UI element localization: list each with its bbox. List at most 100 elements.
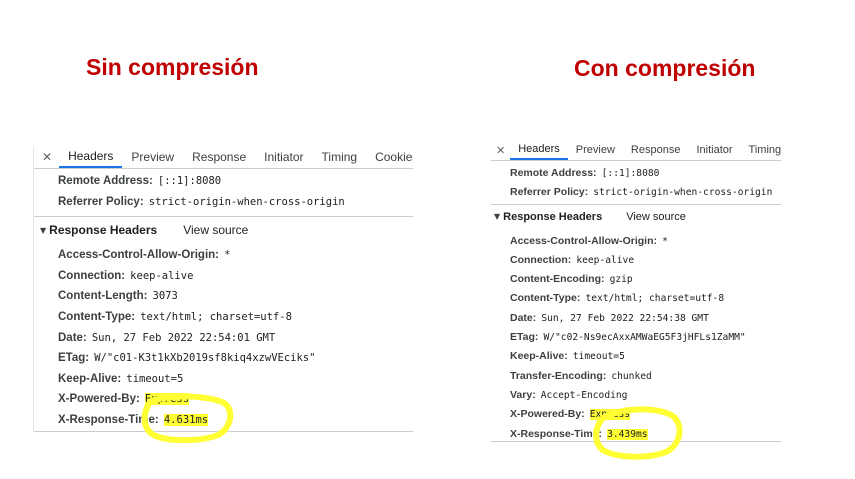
tab-response[interactable]: Response (183, 146, 255, 168)
header-row: Access-Control-Allow-Origin: * (491, 229, 781, 248)
header-value: strict-origin-when-cross-origin (148, 195, 345, 208)
tab-headers[interactable]: Headers (510, 140, 568, 160)
header-row: Connection: keep-alive (491, 248, 781, 267)
header-name: ETag: (58, 352, 90, 365)
header-name: Date: (510, 311, 537, 324)
header-name: Content-Encoding: (510, 273, 605, 286)
header-name: Referrer Policy: (510, 186, 589, 199)
header-value: strict-origin-when-cross-origin (593, 187, 773, 199)
header-row-x-response-time: X-Response-Time: 3.439ms (491, 422, 781, 441)
highlighted-value: 4.631ms (163, 413, 209, 426)
tab-initiator[interactable]: Initiator (688, 140, 740, 160)
header-row: Content-Type: text/html; charset=utf-8 (491, 286, 781, 305)
header-row: Content-Length: 3073 (34, 284, 413, 305)
header-value: Accept-Encoding (540, 389, 628, 401)
header-value: Sun, 27 Feb 2022 22:54:01 GMT (91, 331, 276, 344)
header-row: ETag: W/"c01-K3t1kXb2019sf8kiq4xzwVEciks… (34, 346, 413, 367)
general-row-referrer-policy: Referrer Policy: strict-origin-when-cros… (491, 180, 781, 199)
highlighted-value: Express (144, 393, 190, 406)
devtools-tabbar: ✕ Headers Preview Response Initiator Tim… (491, 140, 781, 161)
general-row-remote-address: Remote Address: [::1]:8080 (491, 161, 781, 180)
header-name: X-Powered-By: (58, 393, 140, 406)
header-name: Content-Type: (58, 310, 136, 323)
header-row: Content-Type: text/html; charset=utf-8 (34, 305, 413, 326)
tab-initiator[interactable]: Initiator (255, 146, 312, 168)
header-name: X-Response-Time: (58, 413, 159, 426)
header-value: Sun, 27 Feb 2022 22:54:38 GMT (541, 312, 709, 324)
header-name: Keep-Alive: (510, 350, 568, 363)
close-icon[interactable]: ✕ (34, 146, 59, 168)
devtools-tabbar: ✕ Headers Preview Response Initiator Tim… (34, 146, 413, 169)
header-row: Date: Sun, 27 Feb 2022 22:54:38 GMT (491, 306, 781, 325)
devtools-panel-without-compression: ✕ Headers Preview Response Initiator Tim… (33, 146, 413, 432)
header-name: Date: (58, 331, 87, 344)
header-name: Referrer Policy: (58, 195, 144, 208)
header-row: Date: Sun, 27 Feb 2022 22:54:01 GMT (34, 326, 413, 347)
view-source-link[interactable]: View source (183, 223, 248, 237)
header-row: Keep-Alive: timeout=5 (491, 344, 781, 363)
header-value: gzip (609, 274, 633, 286)
header-name: Remote Address: (58, 175, 153, 187)
response-headers-section[interactable]: ▼ Response Headers View source (34, 216, 413, 243)
title-without-compression: Sin compresión (86, 54, 259, 80)
header-value: timeout=5 (572, 351, 625, 363)
header-value: text/html; charset=utf-8 (585, 293, 725, 305)
header-value: 3073 (152, 290, 178, 303)
triangle-down-icon[interactable]: ▼ (40, 226, 46, 235)
response-headers-section[interactable]: ▼ Response Headers View source (491, 203, 781, 229)
divider (34, 431, 413, 432)
header-row: Transfer-Encoding: chunked (491, 364, 781, 383)
header-row: Content-Encoding: gzip (491, 267, 781, 286)
header-name: Content-Length: (58, 290, 148, 303)
header-name: Vary: (510, 388, 536, 401)
header-value: W/"c02-Ns9ecAxxAMWaEG5F3jHFLs1ZaMM" (543, 332, 746, 344)
header-value: [::1]:8080 (601, 168, 660, 179)
header-value: * (224, 249, 231, 262)
tab-preview[interactable]: Preview (122, 146, 183, 168)
view-source-link[interactable]: View source (626, 211, 686, 223)
header-value: keep-alive (130, 269, 194, 282)
header-name: Remote Address: (510, 167, 597, 179)
header-name: Keep-Alive: (58, 372, 122, 385)
header-row-x-powered-by: X-Powered-By: Express (34, 387, 413, 408)
tab-response[interactable]: Response (623, 140, 689, 160)
header-name: Access-Control-Allow-Origin: (510, 234, 658, 247)
general-row-remote-address: Remote Address: [::1]:8080 (34, 169, 413, 190)
tab-cookies[interactable]: Cookies (366, 146, 413, 168)
tab-headers[interactable]: Headers (59, 146, 123, 168)
header-value: * (662, 235, 668, 247)
tab-preview[interactable]: Preview (568, 140, 623, 160)
highlighted-value: Express (589, 409, 631, 421)
devtools-panel-with-compression: ✕ Headers Preview Response Initiator Tim… (491, 140, 781, 442)
header-row: Vary: Accept-Encoding (491, 383, 781, 402)
header-value: timeout=5 (126, 372, 184, 385)
header-name: X-Powered-By: (510, 408, 585, 421)
header-value: chunked (611, 370, 652, 382)
header-name: Connection: (510, 253, 572, 266)
header-name: Content-Type: (510, 292, 581, 305)
close-icon[interactable]: ✕ (491, 140, 510, 160)
header-value: W/"c01-K3t1kXb2019sf8kiq4xzwVEciks" (94, 352, 316, 365)
header-name: Connection: (58, 269, 126, 282)
header-row: Connection: keep-alive (34, 264, 413, 285)
header-row: Keep-Alive: timeout=5 (34, 367, 413, 388)
tab-timing[interactable]: Timing (313, 146, 367, 168)
header-row-x-response-time: X-Response-Time: 4.631ms (34, 408, 413, 429)
tab-timing[interactable]: Timing (741, 140, 781, 160)
header-value: text/html; charset=utf-8 (140, 310, 292, 323)
general-row-referrer-policy: Referrer Policy: strict-origin-when-cros… (34, 190, 413, 211)
triangle-down-icon[interactable]: ▼ (494, 212, 500, 221)
header-name: Transfer-Encoding: (510, 369, 607, 382)
header-value: [::1]:8080 (157, 175, 222, 187)
divider (491, 441, 781, 442)
header-row: Access-Control-Allow-Origin: * (34, 243, 413, 264)
header-value: keep-alive (576, 254, 635, 266)
header-name: ETag: (510, 331, 539, 344)
header-name: Access-Control-Allow-Origin: (58, 249, 220, 262)
header-row-x-powered-by: X-Powered-By: Express (491, 402, 781, 421)
header-row: ETag: W/"c02-Ns9ecAxxAMWaEG5F3jHFLs1ZaMM… (491, 325, 781, 344)
header-name: X-Response-Time: (510, 427, 602, 440)
title-with-compression: Con compresión (574, 55, 756, 81)
section-title: Response Headers (49, 223, 158, 238)
section-title: Response Headers (503, 210, 603, 223)
